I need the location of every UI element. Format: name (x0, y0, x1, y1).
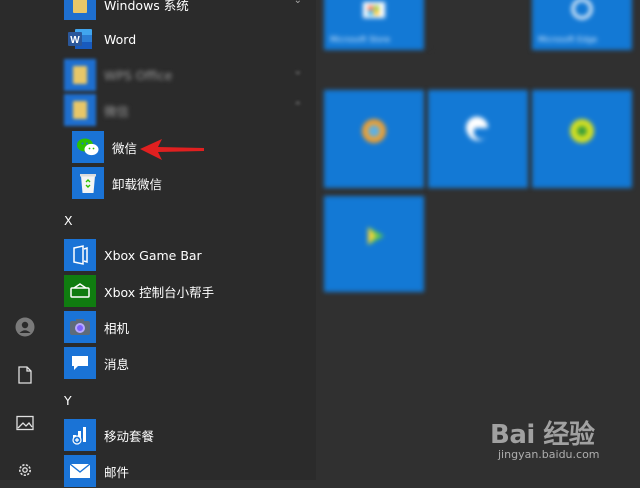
edge-icon (571, 0, 593, 20)
watermark-url: jingyan.baidu.com (498, 448, 600, 461)
tile-app-2[interactable] (428, 90, 528, 188)
tile-microsoft-store[interactable]: Microsoft Store (324, 0, 424, 50)
mobile-plans-icon (64, 419, 96, 451)
documents-button[interactable] (9, 359, 41, 391)
section-header-y[interactable]: Y (64, 383, 94, 417)
picture-icon (16, 415, 34, 431)
tile-empty (431, 0, 531, 50)
list-item-wechat-folder[interactable]: 微信 ⌃ (64, 93, 306, 127)
list-item-label: 微信 (112, 140, 138, 156)
list-item-label: WPS Office (104, 67, 173, 83)
tile-app-1[interactable] (324, 90, 424, 188)
document-icon (18, 366, 32, 384)
list-item-wps-office[interactable]: WPS Office ⌄ (64, 58, 306, 92)
edge-like-icon (466, 116, 489, 141)
list-item-xbox-console[interactable]: Xbox 控制台小帮手 (64, 274, 306, 308)
list-item-mobile-plans[interactable]: 移动套餐 (64, 418, 306, 452)
recycle-bin-icon (72, 167, 104, 199)
folder-icon (64, 0, 96, 20)
pictures-button[interactable] (9, 407, 41, 439)
red-arrow-annotation (140, 139, 204, 160)
list-item-label: 邮件 (104, 464, 130, 480)
list-item-label: 微信 (104, 103, 130, 119)
user-account-button[interactable] (9, 311, 41, 343)
list-item-label: Word (104, 31, 137, 47)
wechat-icon (72, 131, 104, 163)
list-item-xbox-game-bar[interactable]: Xbox Game Bar (64, 238, 306, 272)
list-item-label: 移动套餐 (104, 428, 155, 444)
word-icon: W (64, 23, 96, 55)
watermark-logo: Bai 经验 (490, 420, 595, 450)
message-icon (64, 347, 96, 379)
folder-icon (64, 59, 96, 91)
list-item-label: 卸载微信 (112, 176, 163, 192)
tile-app-3[interactable] (532, 90, 632, 188)
chevron-down-icon[interactable]: ⌄ (294, 66, 302, 77)
list-item-label: Windows 系统 (104, 0, 189, 13)
list-item-word[interactable]: W Word (64, 22, 306, 56)
tile-label: Microsoft Edge (538, 35, 598, 44)
folder-icon (64, 94, 96, 126)
list-item-label: 相机 (104, 320, 130, 336)
user-icon (15, 317, 35, 337)
list-item-windows-system[interactable]: Windows 系统 ⌄ (64, 0, 306, 21)
list-item-camera[interactable]: 相机 (64, 310, 306, 344)
list-item-uninstall-wechat[interactable]: 卸载微信 (72, 166, 306, 200)
start-rail (0, 0, 50, 480)
list-item-label: Xbox 控制台小帮手 (104, 284, 215, 300)
section-header-x[interactable]: X (64, 203, 94, 237)
xbox-game-bar-icon (64, 239, 96, 271)
list-item-label: Xbox Game Bar (104, 247, 202, 263)
svg-text:W: W (70, 35, 80, 46)
camera-icon (64, 311, 96, 343)
settings-button[interactable] (9, 454, 41, 486)
watermark: Bai 经验 jingyan.baidu.com (490, 402, 610, 472)
tile-microsoft-edge[interactable]: Microsoft Edge (532, 0, 632, 50)
list-item-messaging[interactable]: 消息 (64, 346, 306, 380)
chevron-up-icon[interactable]: ⌃ (294, 101, 302, 112)
list-item-mail[interactable]: 邮件 (64, 454, 306, 488)
gear-icon (19, 464, 31, 476)
chevron-down-icon[interactable]: ⌄ (294, 0, 302, 6)
list-item-label: 消息 (104, 356, 130, 372)
app-icon (362, 119, 386, 144)
app-list: Windows 系统 ⌄ W Word WPS Office ⌄ 微信 ⌃ 微信… (50, 0, 316, 487)
tile-app-4[interactable] (324, 196, 424, 292)
app-icon (570, 119, 594, 144)
play-icon (368, 227, 384, 246)
store-icon (363, 2, 385, 19)
xbox-console-icon (64, 275, 96, 307)
mail-icon (64, 455, 96, 487)
tile-label: Microsoft Store (330, 35, 391, 44)
